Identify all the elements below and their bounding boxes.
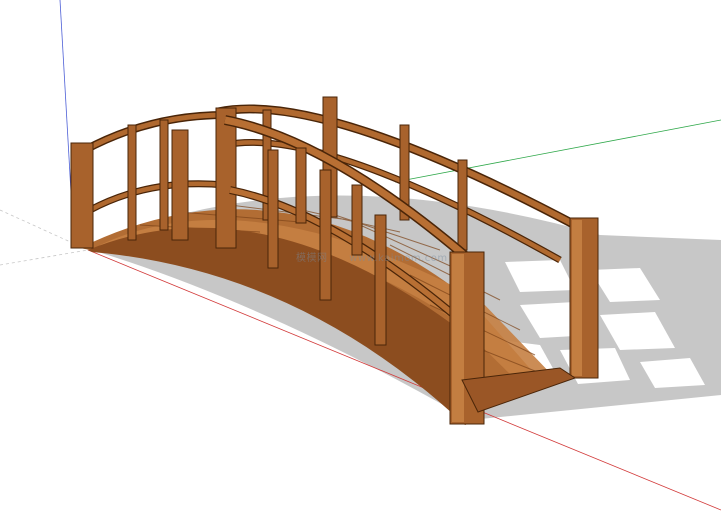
green-axis-line: [394, 119, 721, 183]
dashed-axis-line: [0, 249, 89, 266]
watermark: 模模网 www.kaimom.com: [296, 249, 448, 264]
watermark-url: www.kaimom.com: [349, 253, 448, 264]
watermark-brand: 模模网: [296, 253, 328, 264]
